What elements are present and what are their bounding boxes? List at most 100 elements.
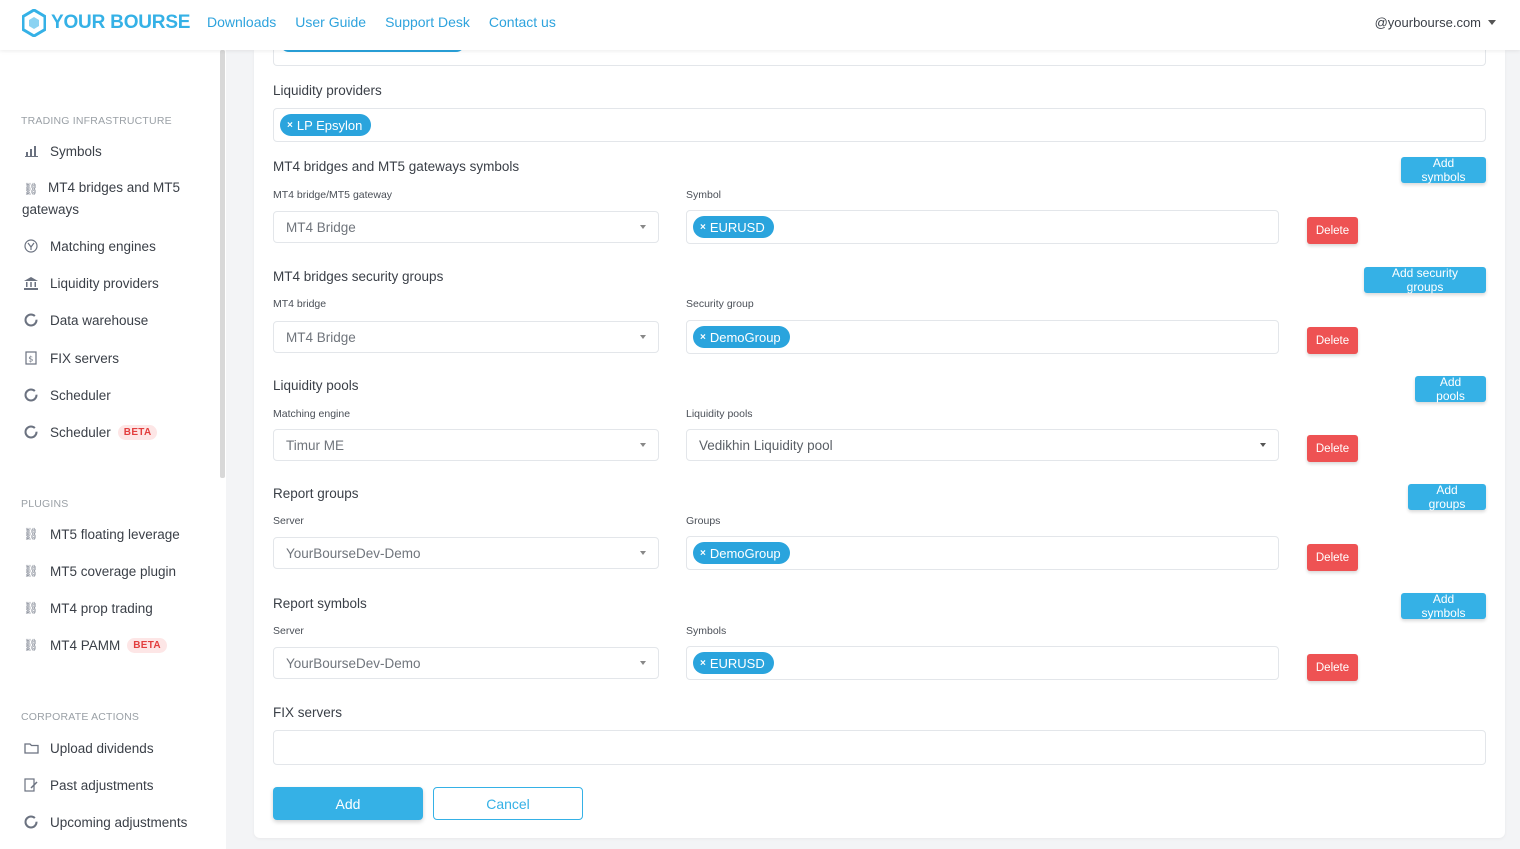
report-groups-label: Report groups [273, 486, 359, 501]
bridge-gateway-label: MT4 bridge/MT5 gateway [273, 189, 393, 201]
nav-support-desk[interactable]: Support Desk [385, 14, 470, 30]
chevron-down-icon [640, 661, 646, 665]
chevron-down-icon [640, 443, 646, 447]
close-icon[interactable]: × [700, 332, 706, 343]
sidebar-item-fix-servers[interactable]: $ FIX servers [22, 349, 119, 367]
circle-icon [22, 423, 40, 441]
link-icon: ⛓ [23, 527, 39, 541]
link-icon: ⛓ [23, 182, 39, 197]
sidebar-item-label: MT5 coverage plugin [50, 563, 177, 579]
sidebar-item-upcoming-adjustments[interactable]: Upcoming adjustments [22, 813, 187, 831]
close-icon[interactable]: × [700, 658, 706, 669]
sidebar-scrollbar[interactable] [220, 50, 225, 478]
mt4-bridges-symbols-label: MT4 bridges and MT5 gateways symbols [273, 159, 520, 174]
sidebar-item-data-warehouse[interactable]: Data warehouse [22, 311, 148, 329]
mt4-bridge-label: MT4 bridge [273, 298, 327, 310]
sidebar-item-label: MT5 floating leverage [50, 526, 180, 542]
symbols-field[interactable]: × EURUSD [686, 646, 1279, 680]
sidebar-item-mt5-coverage-plugin[interactable]: ⛓ MT5 coverage plugin [22, 562, 176, 580]
add-groups-button[interactable]: Add groups [1408, 483, 1486, 511]
tag-symbol[interactable]: × EURUSD [693, 216, 774, 238]
matching-engine-select[interactable]: Timur ME [273, 429, 659, 461]
server-select[interactable]: YourBourseDev-Demo [273, 647, 659, 679]
account-email: @yourbourse.com [1374, 15, 1481, 30]
add-security-groups-button[interactable]: Add security groups [1364, 266, 1486, 294]
sidebar-item-upload-dividends[interactable]: Upload dividends [22, 739, 154, 757]
security-groups-label: MT4 bridges security groups [273, 269, 444, 284]
sidebar-item-label: Upcoming adjustments [50, 814, 188, 830]
delete-button[interactable]: Delete [1307, 435, 1358, 462]
add-button[interactable]: Add [273, 787, 423, 820]
bridge-gateway-select[interactable]: MT4 Bridge [273, 211, 659, 243]
sidebar-item-label: MT4 PAMM [50, 637, 121, 653]
sidebar-item-label: Scheduler [50, 424, 111, 440]
close-icon[interactable]: × [700, 548, 706, 559]
liquidity-providers-field[interactable]: × LP Epsylon [273, 108, 1486, 142]
sidebar: TRADING INFRASTRUCTURE Symbols ⛓ MT4 brid… [0, 50, 226, 849]
folder-icon [22, 739, 40, 757]
security-group-field[interactable]: × DemoGroup [686, 320, 1279, 354]
nav-user-guide[interactable]: User Guide [295, 14, 366, 30]
delete-button[interactable]: Delete [1307, 217, 1358, 244]
delete-button[interactable]: Delete [1307, 327, 1358, 354]
add-pools-button[interactable]: Add pools [1415, 375, 1486, 403]
circle-icon [22, 813, 40, 831]
beta-badge: BETA [127, 637, 167, 653]
server-select[interactable]: YourBourseDev-Demo [273, 537, 659, 569]
delete-button[interactable]: Delete [1307, 654, 1358, 681]
logo-text: YOUR BOURSE [51, 12, 191, 33]
add-report-symbols-button[interactable]: Add symbols [1401, 592, 1486, 620]
nav-downloads[interactable]: Downloads [207, 14, 276, 30]
logo-icon [22, 9, 46, 37]
tag-report-symbol[interactable]: × EURUSD [693, 652, 774, 674]
sidebar-item-scheduler[interactable]: Scheduler [22, 386, 111, 404]
top-bar: YOUR BOURSE Downloads User Guide Support… [0, 0, 1520, 50]
circle-icon [22, 311, 40, 329]
groups-field[interactable]: × DemoGroup [686, 536, 1279, 570]
close-icon[interactable]: × [287, 120, 293, 131]
liquidity-pools-sublabel: Liquidity pools [686, 408, 753, 420]
bar-chart-icon [22, 142, 40, 160]
top-nav: Downloads User Guide Support Desk Contac… [207, 14, 575, 30]
chevron-down-icon [1488, 20, 1496, 25]
nav-contact-us[interactable]: Contact us [489, 14, 556, 30]
section-title-corporate-actions: CORPORATE ACTIONS [21, 711, 140, 723]
logo[interactable]: YOUR BOURSE [22, 9, 190, 37]
sidebar-item-matching-engines[interactable]: Matching engines [22, 237, 156, 255]
sidebar-item-mt4-pamm[interactable]: ⛓ MT4 PAMM BETA [22, 636, 167, 654]
link-icon: ⛓ [23, 638, 39, 652]
security-group-label: Security group [686, 298, 754, 310]
liquidity-pool-select[interactable]: Vedikhin Liquidity pool [686, 429, 1279, 461]
sidebar-item-mt4-prop-trading[interactable]: ⛓ MT4 prop trading [22, 599, 152, 617]
edit-icon [22, 776, 40, 794]
sidebar-item-label: Matching engines [50, 238, 156, 254]
sidebar-item-label: Data warehouse [50, 312, 149, 328]
tag-group[interactable]: × DemoGroup [693, 542, 790, 564]
liquidity-providers-label: Liquidity providers [273, 83, 382, 98]
sidebar-item-scheduler-beta[interactable]: Scheduler BETA [22, 423, 158, 441]
sidebar-item-symbols[interactable]: Symbols [22, 142, 102, 160]
sidebar-item-mt4-bridges[interactable]: ⛓ MT4 bridges and MT5 gateways [22, 177, 207, 221]
tag-security-group[interactable]: × DemoGroup [693, 326, 790, 348]
sidebar-item-mt5-floating-leverage[interactable]: ⛓ MT5 floating leverage [22, 525, 180, 543]
fix-servers-label: FIX servers [273, 705, 343, 720]
mt4-bridge-select[interactable]: MT4 Bridge [273, 321, 659, 353]
link-icon: ⛓ [23, 564, 39, 578]
add-symbols-button[interactable]: Add symbols [1401, 156, 1486, 184]
account-menu[interactable]: @yourbourse.com [1375, 15, 1496, 30]
symbol-field[interactable]: × EURUSD [686, 210, 1279, 244]
form-card: Liquidity providers × LP Epsylon MT4 bri… [254, 34, 1505, 838]
circle-icon [22, 386, 40, 404]
sidebar-item-past-adjustments[interactable]: Past adjustments [22, 776, 154, 794]
bank-icon [22, 274, 40, 292]
delete-button[interactable]: Delete [1307, 544, 1358, 571]
tag-lp[interactable]: × LP Epsylon [280, 114, 372, 136]
close-icon[interactable]: × [700, 222, 706, 233]
beta-badge: BETA [117, 424, 158, 440]
engine-icon [22, 237, 40, 255]
fix-servers-field[interactable] [273, 730, 1486, 765]
cancel-button[interactable]: Cancel [433, 787, 583, 820]
sidebar-item-liquidity-providers[interactable]: Liquidity providers [22, 274, 159, 292]
liquidity-pools-label: Liquidity pools [273, 378, 359, 393]
document-icon: $ [22, 349, 40, 367]
